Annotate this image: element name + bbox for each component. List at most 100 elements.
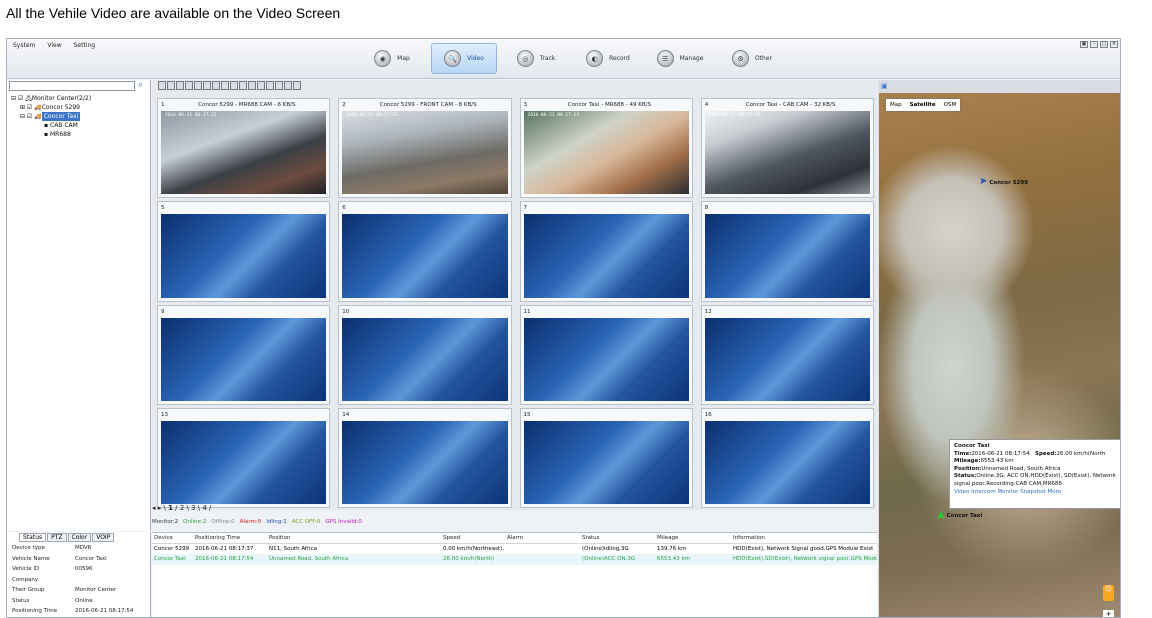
stream-icon[interactable] — [248, 81, 256, 90]
vehicle-marker-concor-5299[interactable]: ➤ Concor 5299 — [979, 176, 1028, 187]
minimize-icon[interactable]: – — [1090, 41, 1098, 48]
video-screen[interactable]: 2016-06-21 08:17:53 — [523, 111, 689, 195]
layout-25-icon[interactable] — [230, 81, 238, 90]
column-header[interactable]: Position — [267, 535, 441, 541]
video-screen[interactable] — [523, 214, 689, 298]
video-cell[interactable]: 10 — [338, 304, 512, 405]
play-icon[interactable] — [275, 81, 283, 90]
video-cell[interactable]: 15 — [519, 407, 693, 508]
video-cell[interactable]: 9 — [157, 304, 331, 405]
close-icon[interactable]: × — [1110, 41, 1118, 48]
layout-1-icon[interactable] — [158, 81, 166, 90]
layout-8-icon[interactable] — [185, 81, 193, 90]
video-screen[interactable] — [161, 317, 327, 401]
vehicle-marker-concor-taxi[interactable]: ▲ Concor Taxi — [937, 509, 982, 520]
table-row[interactable]: Concor Taxi 2016-06-21 08:17:54 Unnamed Ro… — [152, 554, 877, 565]
video-cell[interactable]: 13 — [157, 407, 331, 508]
video-cell[interactable]: 7 — [519, 201, 693, 302]
stop-icon[interactable] — [284, 81, 292, 90]
online-count[interactable]: Online:2 — [183, 519, 206, 525]
column-header[interactable]: Status — [580, 535, 655, 541]
gps-invalid-count[interactable]: GPS Invalid:0 — [325, 519, 361, 525]
table-row[interactable]: Concor 5299 2016-06-21 08:17:37 N11, South… — [152, 544, 877, 555]
video-screen[interactable]: 2016-06-21 08:17:22 — [342, 111, 508, 195]
tab-ptz[interactable]: PTZ — [47, 533, 67, 542]
alarm-count[interactable]: Alarm:0 — [240, 519, 262, 525]
snapshot-icon[interactable] — [257, 81, 265, 90]
volume-icon[interactable] — [266, 81, 274, 90]
menu-view[interactable]: View — [47, 42, 61, 49]
nav-map-button[interactable]: ◉ Map — [359, 43, 425, 74]
expand-icon[interactable] — [293, 81, 301, 90]
maximize-icon[interactable]: □ — [1100, 41, 1108, 48]
nav-video-button[interactable]: 🔍 Video — [431, 43, 497, 74]
video-cell[interactable]: 3 Concor Taxi - MR688 - 49 KB/S 2016-06-21… — [519, 98, 693, 199]
zoom-in-button[interactable]: + — [1103, 610, 1114, 617]
page-2-tab[interactable]: 2 — [180, 504, 184, 512]
layout-9-icon[interactable] — [194, 81, 202, 90]
page-3-tab[interactable]: 3 — [191, 504, 195, 512]
map-type-satellite[interactable]: Satellite — [910, 102, 936, 108]
video-cell[interactable]: 4 Concor Taxi - CAB CAM - 32 KB/S 2016-06-… — [700, 98, 874, 199]
search-icon[interactable]: ⌕ — [138, 80, 143, 90]
settings-window-icon[interactable]: ▣ — [1080, 41, 1088, 48]
video-screen[interactable]: 2016-06-21 08:17:22 — [161, 111, 327, 195]
page-1-tab[interactable]: 1 — [168, 504, 173, 512]
menu-system[interactable]: System — [13, 42, 35, 49]
video-cell[interactable]: 2 Concor 5299 - FRONT CAM - 8 KB/S 2016-06… — [338, 98, 512, 199]
nav-other-button[interactable]: ⚙ Other — [719, 43, 785, 74]
column-header[interactable]: Device — [152, 535, 193, 541]
nav-record-button[interactable]: ◐ Record — [575, 43, 641, 74]
video-cell[interactable]: 16 — [700, 407, 874, 508]
map-type-osm[interactable]: OSM — [944, 102, 957, 108]
video-screen[interactable] — [704, 420, 870, 504]
video-screen[interactable] — [704, 214, 870, 298]
map-type-map[interactable]: Map — [890, 102, 902, 108]
offline-count[interactable]: Offline:0 — [211, 519, 234, 525]
video-screen[interactable] — [161, 420, 327, 504]
column-header[interactable]: Information — [731, 535, 877, 541]
column-header[interactable]: Alarm — [505, 535, 580, 541]
video-screen[interactable] — [342, 214, 508, 298]
video-cell[interactable]: 8 — [700, 201, 874, 302]
video-screen[interactable] — [523, 420, 689, 504]
column-header[interactable]: Speed — [441, 535, 505, 541]
video-cell[interactable]: 12 — [700, 304, 874, 405]
acc-off-count[interactable]: ACC OFF:0 — [292, 519, 321, 525]
video-screen[interactable] — [161, 214, 327, 298]
device-search-input[interactable] — [9, 81, 135, 91]
video-cell[interactable]: 14 — [338, 407, 512, 508]
satellite-map[interactable]: Map Satellite OSM ➤ Concor 5299 ▲ Concor… — [879, 93, 1120, 617]
layout-6-icon[interactable] — [176, 81, 184, 90]
video-screen[interactable] — [342, 317, 508, 401]
street-view-icon[interactable]: ☺ — [1103, 585, 1114, 601]
layout-13-icon[interactable] — [212, 81, 220, 90]
map-expand-icon[interactable]: ▣ — [881, 82, 888, 90]
tree-cam-cab[interactable]: ▪ CAB CAM — [11, 121, 91, 130]
menu-setting[interactable]: Setting — [74, 42, 95, 49]
tree-cam-mr688[interactable]: ▪ MR688 — [11, 130, 91, 139]
video-cell[interactable]: 5 — [157, 201, 331, 302]
idling-count[interactable]: Idling:1 — [266, 519, 287, 525]
page-4-tab[interactable]: 4 — [202, 504, 206, 512]
nav-track-button[interactable]: ◎ Track — [503, 43, 569, 74]
tab-voip[interactable]: VOIP — [92, 533, 115, 542]
layout-10-icon[interactable] — [203, 81, 211, 90]
popup-action-links[interactable]: Video Intercom Monitor Snapshot More — [954, 489, 1117, 497]
column-header[interactable]: Positioning Time — [193, 535, 267, 541]
tab-color[interactable]: Color — [67, 533, 92, 542]
video-cell[interactable]: 1 Concor 5299 - MR688 CAM - 6 KB/S 2016-06… — [157, 98, 331, 199]
monitor-count[interactable]: Monitor:2 — [152, 519, 178, 525]
tree-root[interactable]: ⊟ ☑ 🖧 Monitor Center(2/2) — [11, 94, 91, 103]
video-cell[interactable]: 11 — [519, 304, 693, 405]
layout-4-icon[interactable] — [167, 81, 175, 90]
video-screen[interactable] — [704, 317, 870, 401]
video-screen[interactable]: 2016-06-21 08:17:53 — [704, 111, 870, 195]
tab-status[interactable]: Status — [19, 533, 47, 542]
video-cell[interactable]: 6 — [338, 201, 512, 302]
video-screen[interactable] — [342, 420, 508, 504]
nav-manage-button[interactable]: ☰ Manage — [647, 43, 713, 74]
tree-vehicle-concor-5299[interactable]: ⊞ ☑ 🚚 Concor 5299 — [11, 103, 91, 112]
layout-16-icon[interactable] — [221, 81, 229, 90]
video-screen[interactable] — [523, 317, 689, 401]
